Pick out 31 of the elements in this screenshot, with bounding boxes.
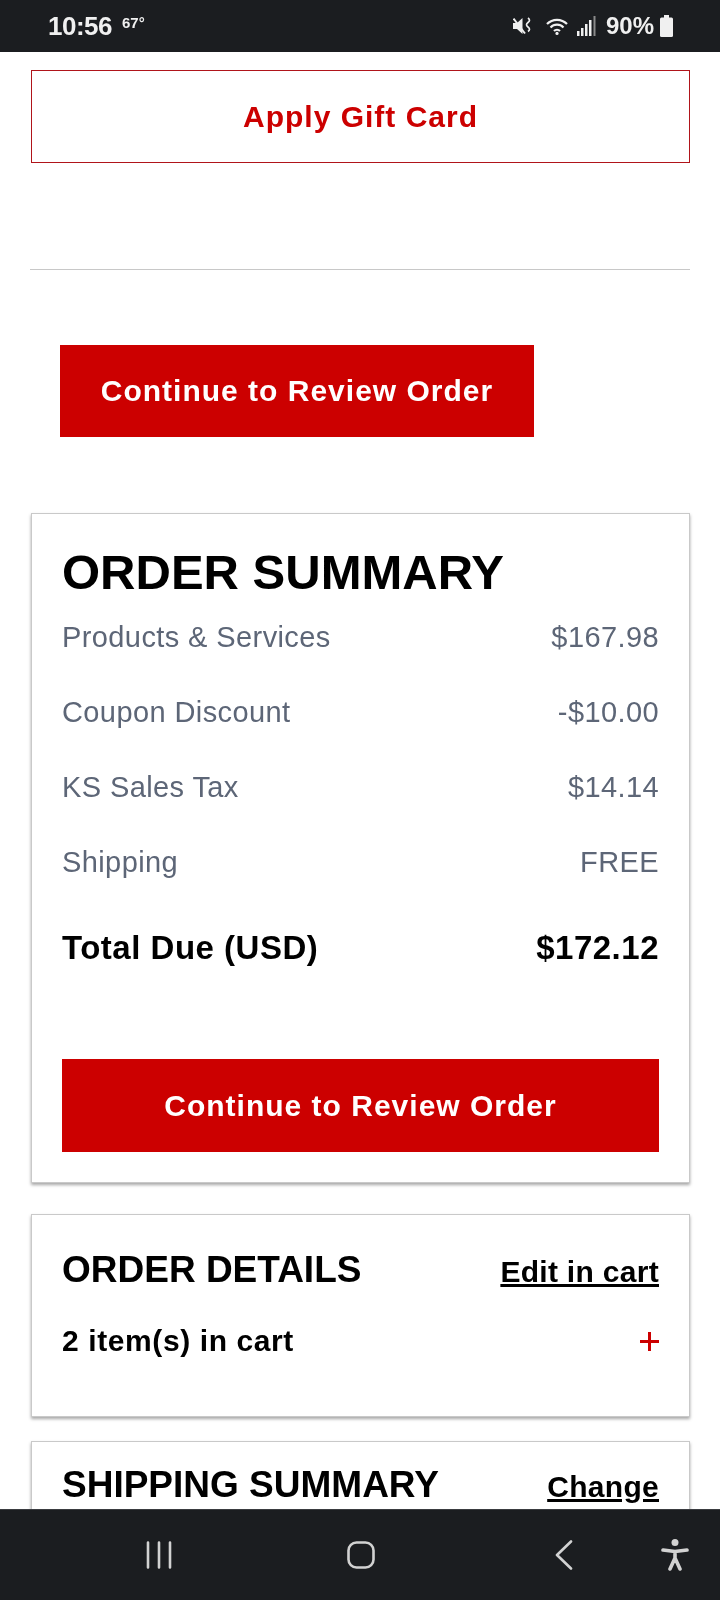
summary-label: Shipping (62, 846, 179, 879)
back-icon[interactable] (555, 1540, 573, 1570)
battery-icon (660, 15, 673, 37)
summary-label: Products & Services (62, 621, 331, 654)
summary-value: -$10.00 (557, 696, 659, 729)
home-icon[interactable] (347, 1541, 375, 1569)
continue-button[interactable]: Continue to Review Order (62, 1059, 659, 1152)
summary-value: FREE (580, 846, 659, 879)
accessibility-icon[interactable] (661, 1539, 689, 1571)
apply-gift-card-button[interactable]: Apply Gift Card (31, 70, 690, 163)
summary-value: $14.14 (567, 771, 659, 804)
total-label: Total Due (USD) (62, 929, 319, 967)
edit-in-cart-link[interactable]: Edit in cart (500, 1255, 659, 1289)
total-value: $172.12 (536, 929, 659, 967)
section-title: ORDER SUMMARY (62, 544, 505, 600)
mute-icon (512, 16, 532, 36)
recent-apps-icon[interactable] (146, 1541, 172, 1569)
summary-value: $167.98 (551, 621, 659, 654)
summary-label: KS Sales Tax (62, 771, 239, 804)
section-title: ORDER DETAILS (62, 1250, 362, 1290)
signal-icon (576, 16, 596, 36)
summary-label: Coupon Discount (62, 696, 291, 729)
status-time: 10:56 (48, 11, 112, 41)
section-title: SHIPPING SUMMARY (62, 1465, 439, 1505)
wifi-icon (545, 17, 568, 35)
plus-icon[interactable] (640, 1331, 659, 1351)
temperature-text: 67° (122, 14, 145, 32)
battery-percent: 90% (605, 12, 654, 40)
continue-button[interactable]: Continue to Review Order (60, 345, 534, 437)
cart-count-text: 2 item(s) in cart (62, 1324, 294, 1358)
change-link[interactable]: Change (547, 1470, 659, 1504)
